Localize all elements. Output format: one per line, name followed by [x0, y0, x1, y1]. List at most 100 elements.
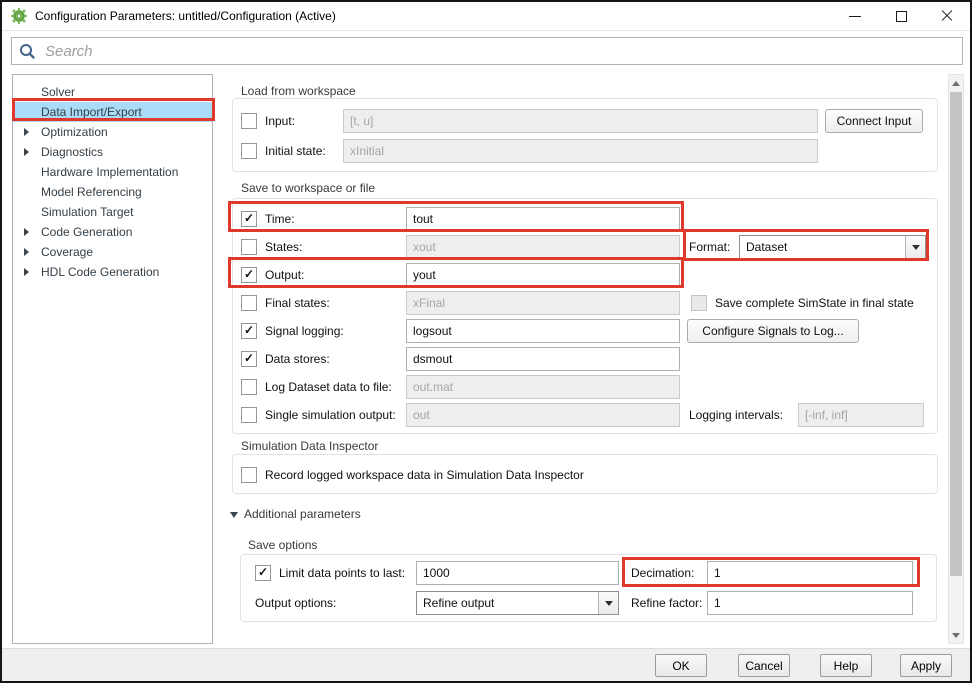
section-title-load-from-workspace: Load from workspace [241, 84, 356, 98]
sidebar-item-simulation-target[interactable]: Simulation Target [13, 202, 212, 222]
sidebar-item-label: HDL Code Generation [41, 265, 159, 279]
time-label: Time: [265, 212, 295, 226]
record-sdi-checkbox[interactable] [241, 467, 257, 483]
maximize-icon [896, 11, 907, 22]
scrollbar-thumb[interactable] [950, 92, 962, 576]
format-dropdown[interactable]: Dataset [739, 235, 926, 259]
single-sim-output-checkbox[interactable] [241, 407, 257, 423]
refine-factor-field[interactable] [707, 591, 913, 615]
check-icon: ✓ [244, 323, 254, 337]
logging-intervals-label: Logging intervals: [689, 408, 783, 422]
decimation-field[interactable] [707, 561, 913, 585]
states-label: States: [265, 240, 302, 254]
input-checkbox[interactable] [241, 113, 257, 129]
maximize-button[interactable] [878, 2, 924, 30]
section-title-sdi: Simulation Data Inspector [241, 439, 378, 453]
initial-state-label: Initial state: [265, 144, 326, 158]
final-states-checkbox[interactable] [241, 295, 257, 311]
window-title: Configuration Parameters: untitled/Confi… [35, 9, 336, 23]
sidebar-item-hdl-code-generation[interactable]: HDL Code Generation [13, 262, 212, 282]
configuration-parameters-window: Configuration Parameters: untitled/Confi… [0, 0, 972, 683]
sidebar-item-label: Model Referencing [41, 185, 142, 199]
dropdown-arrow-icon[interactable] [598, 592, 618, 614]
signal-logging-field[interactable] [406, 319, 680, 343]
apply-button[interactable]: Apply [900, 654, 952, 677]
expand-arrow-icon[interactable] [24, 228, 29, 236]
sidebar-item-label: Data Import/Export [41, 105, 142, 119]
output-options-dropdown[interactable]: Refine output [416, 591, 619, 615]
log-dataset-field[interactable] [406, 375, 680, 399]
search-bar [11, 37, 963, 65]
limit-data-points-field[interactable] [416, 561, 619, 585]
save-to-workspace-group: ✓ Time: States: Format: Dataset ✓ Output… [232, 198, 938, 434]
sidebar-item-label: Optimization [41, 125, 108, 139]
decimation-label: Decimation: [631, 566, 694, 580]
simulink-gear-icon [11, 8, 27, 24]
output-options-value: Refine output [417, 592, 598, 614]
single-sim-output-label: Single simulation output: [265, 408, 396, 422]
expand-arrow-icon[interactable] [24, 148, 29, 156]
states-field[interactable] [406, 235, 680, 259]
initial-state-field[interactable] [343, 139, 818, 163]
collapse-arrow-icon[interactable] [230, 512, 238, 518]
limit-data-points-checkbox[interactable]: ✓ [255, 565, 271, 581]
sidebar-item-solver[interactable]: Solver [13, 82, 212, 102]
close-button[interactable] [924, 2, 970, 30]
scroll-down-button[interactable] [949, 627, 963, 643]
sidebar-item-coverage[interactable]: Coverage [13, 242, 212, 262]
sidebar-item-label: Hardware Implementation [41, 165, 178, 179]
time-field[interactable] [406, 207, 680, 231]
time-checkbox[interactable]: ✓ [241, 211, 257, 227]
initial-state-checkbox[interactable] [241, 143, 257, 159]
format-value: Dataset [740, 236, 905, 258]
log-dataset-checkbox[interactable] [241, 379, 257, 395]
connect-input-button[interactable]: Connect Input [825, 109, 923, 133]
signal-logging-checkbox[interactable]: ✓ [241, 323, 257, 339]
additional-parameters-header[interactable]: Additional parameters [230, 507, 361, 521]
data-stores-checkbox[interactable]: ✓ [241, 351, 257, 367]
sdi-group: Record logged workspace data in Simulati… [232, 454, 938, 494]
output-checkbox[interactable]: ✓ [241, 267, 257, 283]
sidebar-item-diagnostics[interactable]: Diagnostics [13, 142, 212, 162]
input-field[interactable] [343, 109, 818, 133]
states-checkbox[interactable] [241, 239, 257, 255]
search-icon [19, 43, 36, 60]
load-from-workspace-group: Input: Connect Input Initial state: [232, 98, 938, 172]
final-states-field[interactable] [406, 291, 680, 315]
sidebar-item-optimization[interactable]: Optimization [13, 122, 212, 142]
sidebar-item-data-import-export[interactable]: Data Import/Export [13, 102, 212, 122]
data-stores-field[interactable] [406, 347, 680, 371]
titlebar: Configuration Parameters: untitled/Confi… [2, 2, 970, 31]
check-icon: ✓ [244, 267, 254, 281]
minimize-button[interactable] [832, 2, 878, 30]
expand-arrow-icon[interactable] [24, 128, 29, 136]
check-icon: ✓ [244, 211, 254, 225]
save-simstate-checkbox[interactable] [691, 295, 707, 311]
sidebar-item-model-referencing[interactable]: Model Referencing [13, 182, 212, 202]
help-button[interactable]: Help [820, 654, 872, 677]
vertical-scrollbar[interactable] [948, 74, 964, 644]
signal-logging-label: Signal logging: [265, 324, 344, 338]
output-label: Output: [265, 268, 304, 282]
expand-arrow-icon[interactable] [24, 248, 29, 256]
logging-intervals-field[interactable] [798, 403, 924, 427]
ok-button[interactable]: OK [655, 654, 707, 677]
input-label: Input: [265, 114, 295, 128]
expand-arrow-icon[interactable] [24, 268, 29, 276]
close-icon [941, 10, 953, 22]
sidebar-item-code-generation[interactable]: Code Generation [13, 222, 212, 242]
sidebar-item-label: Simulation Target [41, 205, 134, 219]
cancel-button[interactable]: Cancel [738, 654, 790, 677]
dropdown-arrow-icon[interactable] [905, 236, 925, 258]
scroll-up-button[interactable] [949, 75, 963, 91]
chevron-down-icon [952, 633, 960, 638]
sidebar-item-hardware-implementation[interactable]: Hardware Implementation [13, 162, 212, 182]
additional-parameters-label: Additional parameters [244, 507, 361, 521]
final-states-label: Final states: [265, 296, 330, 310]
single-sim-output-field[interactable] [406, 403, 680, 427]
window-controls [832, 2, 970, 30]
refine-factor-label: Refine factor: [631, 596, 702, 610]
search-input[interactable] [43, 42, 955, 61]
configure-signals-button[interactable]: Configure Signals to Log... [687, 319, 859, 343]
output-field[interactable] [406, 263, 680, 287]
